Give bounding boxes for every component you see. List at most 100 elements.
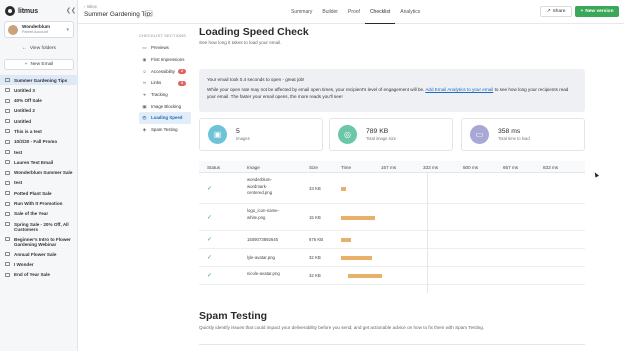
column-header: 333 ms [423, 164, 439, 170]
email-list-item[interactable]: Untitled 3 [0, 85, 78, 95]
email-list-item[interactable]: Sale of the Year [0, 209, 78, 219]
email-list-item[interactable]: Run With It Promotion [0, 199, 78, 209]
logo[interactable]: litmus [5, 5, 38, 17]
avatar [8, 24, 18, 35]
chevron-down-icon: ▾ [66, 27, 69, 33]
tab-analytics[interactable]: Analytics [395, 0, 425, 24]
email-list-item[interactable]: This is a test [0, 126, 78, 136]
stat-card: ▣ 5 Images [199, 118, 323, 151]
stat-label: Total time to load [498, 136, 530, 141]
email-list-item[interactable]: test [0, 147, 78, 157]
tab-checklist[interactable]: Checklist [364, 0, 396, 24]
email-list-item[interactable]: Lauren Test Email [0, 157, 78, 167]
top-bar: ‹ Inbox Summer Gardening Tips ... Summar… [78, 0, 624, 24]
envelope-icon [5, 129, 10, 134]
new-email-button[interactable]: + New Email [4, 59, 74, 70]
email-list-item[interactable]: Summer Gardening Tips [0, 75, 78, 86]
checklist-item-label: Loading Speed [151, 115, 183, 121]
checklist-item-label: Previews [151, 45, 169, 51]
spam-section [199, 344, 585, 351]
load-time-bar [341, 256, 373, 260]
checklist-item-loading-speed[interactable]: ◴ Loading Speed [139, 112, 191, 124]
checklist-item-tracking[interactable]: ⌖ Tracking [139, 89, 191, 101]
page-title: Loading Speed Check [199, 26, 309, 38]
email-label: test [14, 180, 23, 186]
checklist-item-accessibility[interactable]: ☺ Accessibility 2 [139, 65, 191, 77]
issue-count-badge: 3 [178, 80, 186, 86]
tab-builder[interactable]: Builder [317, 0, 343, 24]
stat-label: Total image size [366, 136, 397, 141]
check-icon: ✓ [207, 214, 213, 221]
email-list-item[interactable]: 10/2/20 - Fall Promo [0, 137, 78, 147]
email-list-item[interactable]: Untitled [0, 116, 78, 126]
email-label: Sale of the Year [14, 211, 49, 217]
email-list: Summer Gardening Tips Untitled 3 40% Off S… [0, 75, 78, 280]
stat-value: 358 ms [498, 128, 521, 135]
envelope-icon [5, 222, 10, 227]
table-header: Status Image Size Time 167 ms 333 ms 500 ms 667… [199, 161, 585, 173]
column-header: 667 ms [503, 164, 519, 170]
view-folders-button[interactable]: ← View folders [4, 43, 74, 54]
more-options-button[interactable]: ... [144, 10, 153, 17]
load-time-bar [341, 238, 352, 242]
share-button[interactable]: ↗ Share [540, 6, 572, 17]
email-list-item[interactable]: Beginner's Intro to Flower Gardening Web… [0, 234, 78, 249]
email-list-item[interactable]: 40% Off Sale [0, 96, 78, 106]
email-list-item[interactable]: Annual Flower Sale [0, 249, 78, 259]
breadcrumb[interactable]: ‹ Inbox [84, 4, 97, 9]
mouse-cursor-icon [593, 171, 599, 178]
image-icon: ▣ [142, 103, 147, 109]
plus-icon: + [24, 62, 28, 67]
load-time-bar [341, 215, 375, 220]
envelope-icon [5, 119, 10, 124]
time-icon: ▭ [470, 125, 489, 144]
checklist-item-previews[interactable]: ▭ Previews [139, 42, 191, 54]
envelope-icon [5, 237, 10, 242]
new-version-button[interactable]: + New version [575, 6, 619, 17]
email-list-item[interactable]: test [0, 178, 78, 188]
tab-bar: Summary Builder Proof Checklist Analytics [286, 0, 425, 24]
tab-summary[interactable]: Summary [286, 0, 317, 24]
litmus-logo-icon [5, 6, 15, 16]
email-list-item[interactable]: Spring Sale - 20% Off, All Customers [0, 219, 78, 234]
email-label: End of Year Sale [14, 272, 50, 278]
table-row: ✓ nicole-avatar.png 32 KB [199, 267, 585, 285]
notice-headline: Your email took 0.4 seconds to open - gr… [207, 77, 305, 82]
column-header: Status [207, 164, 221, 170]
loading-table: Status Image Size Time 167 ms 333 ms 500 ms 667… [199, 161, 585, 293]
shield-icon: ◈ [142, 127, 147, 133]
email-list-item[interactable]: I Wonder [0, 259, 78, 269]
checklist-item-links[interactable]: ∞ Links 3 [139, 77, 191, 89]
envelope-icon [5, 201, 10, 206]
envelope-icon [5, 191, 10, 196]
column-header: Image [247, 164, 260, 170]
speed-notice: Your email took 0.4 seconds to open - gr… [199, 69, 585, 112]
arrow-left-icon: ← [22, 46, 27, 51]
email-label: Run With It Promotion [14, 201, 63, 207]
checklist-item-spam-testing[interactable]: ◈ Spam Testing [139, 124, 191, 136]
image-size: 32 KB [309, 255, 321, 260]
new-email-label: New Email [30, 62, 54, 67]
account-switcher[interactable]: Wonderblum Parent Account ▾ [4, 21, 74, 38]
email-list-item[interactable]: Untitled 2 [0, 106, 78, 116]
link-icon: ∞ [142, 80, 147, 86]
email-list-item[interactable]: Potted Plant Sale [0, 188, 78, 198]
checklist-item-first-impressions[interactable]: ◉ First Impressions [139, 54, 191, 66]
breadcrumb-inbox[interactable]: Inbox [87, 4, 97, 9]
collapse-sidebar-icon[interactable]: ❮❮ [66, 7, 76, 14]
issue-count-badge: 2 [178, 68, 186, 74]
checklist-item-label: Spam Testing [151, 127, 178, 133]
view-folders-label: View folders [29, 46, 56, 51]
envelope-icon [5, 108, 10, 113]
tab-proof[interactable]: Proof [343, 0, 365, 24]
email-title: Summer Gardening Tips [84, 11, 154, 18]
checklist-item-label: Links [151, 80, 162, 86]
envelope-icon [5, 160, 10, 165]
stat-card: ▭ 358 ms Total time to load [461, 118, 585, 151]
email-list-item[interactable]: Wonderblum Summer Sale [0, 168, 78, 178]
email-list-item[interactable]: End of Year Sale [0, 270, 78, 280]
add-analytics-link[interactable]: Add Email Analytics to your email [425, 87, 493, 92]
envelope-icon [5, 272, 10, 277]
notice-body: While your open rate may not be affected… [207, 87, 577, 100]
checklist-item-image-blocking[interactable]: ▣ Image Blocking [139, 100, 191, 112]
